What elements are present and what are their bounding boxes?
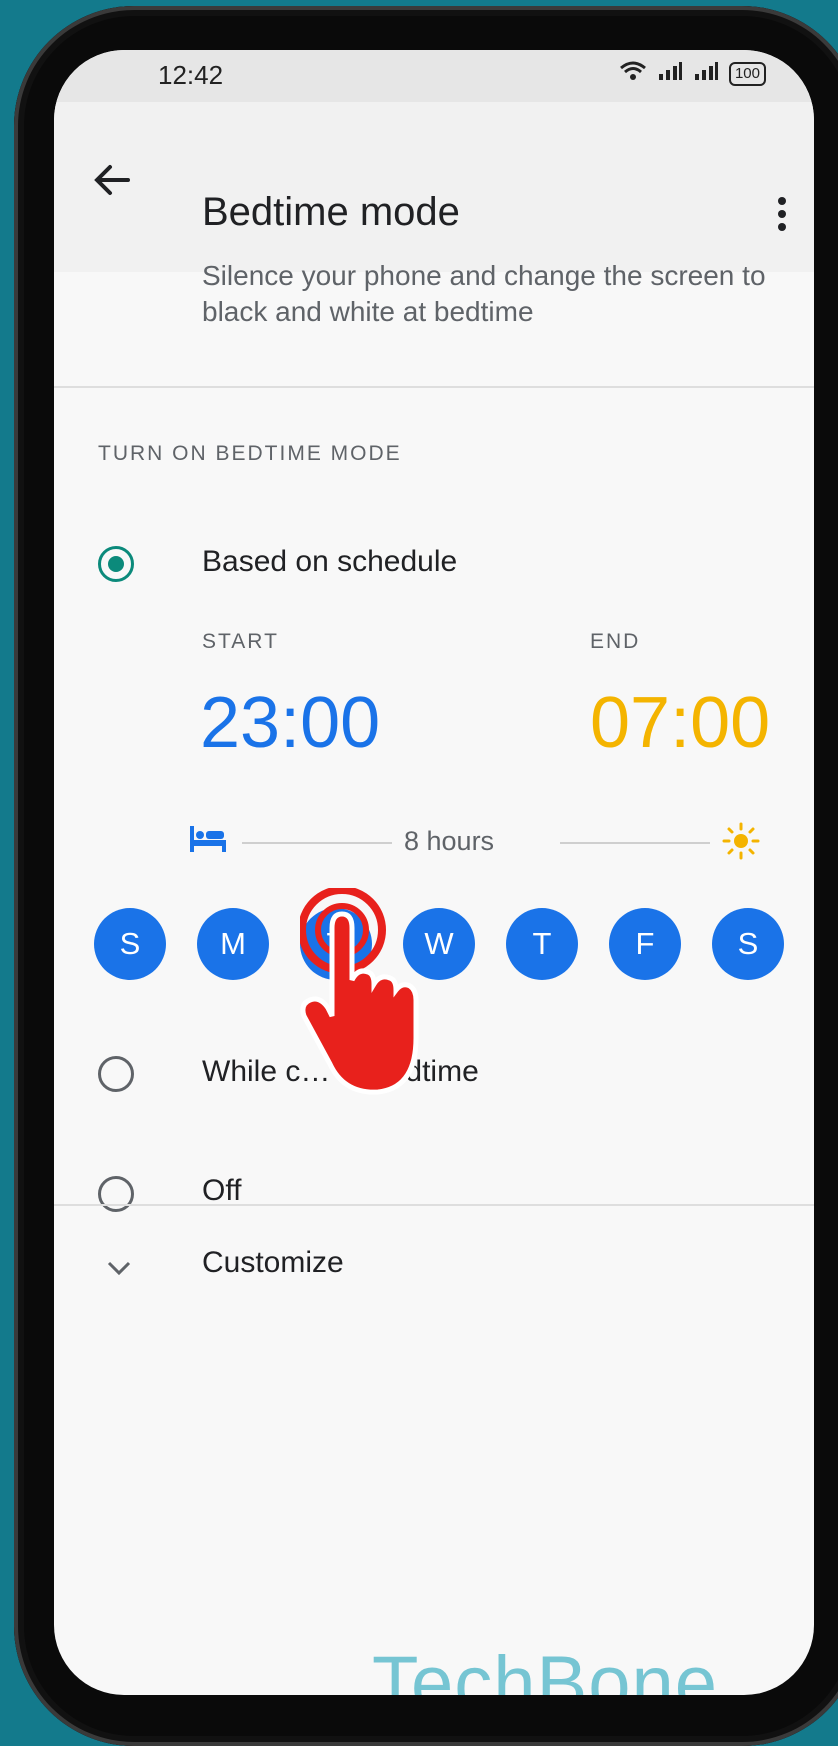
end-time[interactable]: 07:00 [590,682,770,764]
option-off[interactable]: Off [202,1174,241,1208]
day-sunday[interactable]: S [94,908,166,980]
chevron-down-icon[interactable] [104,1258,134,1278]
duration-line-right [560,842,710,844]
radio-off[interactable] [98,1176,134,1212]
customize-row[interactable]: Customize [202,1246,344,1280]
signal-icon-2 [693,60,719,88]
wifi-icon [619,60,647,88]
page-title: Bedtime mode [202,190,460,234]
techbone-watermark: TechBone [372,1641,719,1695]
description-text: Silence your phone and change the screen… [202,260,766,327]
app-bar: Bedtime mode [54,102,814,272]
end-label: END [590,630,641,653]
start-time[interactable]: 23:00 [200,682,380,764]
battery-indicator: 100 [728,62,766,86]
option-based-on-schedule[interactable]: Based on schedule [202,545,457,579]
status-time: 12:42 [158,60,224,90]
day-friday[interactable]: F [609,908,681,980]
radio-while-charging[interactable] [98,1056,134,1092]
divider-bottom [54,1204,814,1206]
section-header: TURN ON BEDTIME MODE [98,442,402,465]
day-saturday[interactable]: S [712,908,784,980]
sun-icon [722,822,760,865]
more-vert-icon[interactable] [772,194,792,234]
duration-text: 8 hours [404,826,495,856]
duration-line-left [242,842,392,844]
divider [54,386,814,388]
radio-based-on-schedule[interactable] [98,546,134,582]
phone-screen: 12:42 100 Bedtime mode Silence your phon… [54,50,814,1695]
day-thursday[interactable]: T [506,908,578,980]
bed-icon [188,824,228,859]
day-monday[interactable]: M [197,908,269,980]
duration-row: 8 hours [184,820,760,860]
tap-hand-icon [298,886,440,1098]
signal-icon [657,60,683,88]
status-icons: 100 [619,60,766,88]
start-label: START [202,630,279,653]
back-arrow-icon[interactable] [88,156,136,204]
status-bar: 12:42 100 [54,50,814,102]
